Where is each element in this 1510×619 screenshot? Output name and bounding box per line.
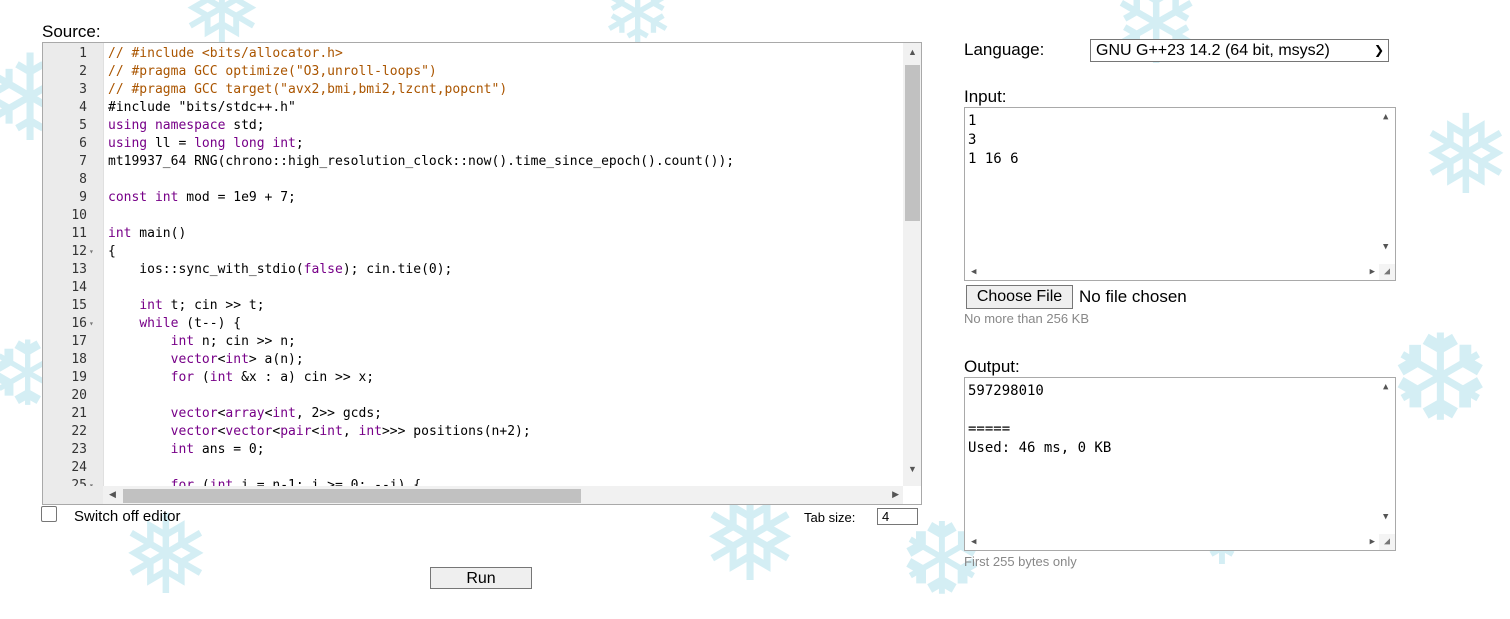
editor-vertical-scroll-thumb[interactable] xyxy=(905,65,920,221)
scroll-down-icon[interactable]: ▼ xyxy=(908,464,917,474)
code-area[interactable]: 1 // #include <bits/allocator.h> 2 // #prag… xyxy=(43,43,921,486)
line-number: 3 xyxy=(79,82,87,97)
line-number: 23 xyxy=(71,442,87,457)
input-text: 1 3 1 16 6 xyxy=(968,113,1019,167)
line-number: 18 xyxy=(71,352,87,367)
code-text: for (int i = n-1; i >= 0; --i) { xyxy=(170,478,422,486)
line-number: 8 xyxy=(79,172,87,187)
fold-arrow-icon[interactable]: ▾ xyxy=(89,477,94,486)
input-vertical-scrollbar[interactable]: ▲ ▼ xyxy=(1379,108,1395,264)
code-text: // #pragma GCC target("avx2,bmi,bmi2,lzc… xyxy=(108,82,508,97)
editor-vertical-scrollbar[interactable]: ▲ ▼ xyxy=(903,43,921,486)
language-selected-value: GNU G++23 14.2 (64 bit, msys2) xyxy=(1096,42,1330,59)
input-textarea[interactable]: 1 3 1 16 6 ▲ ▼ ◀ ▶ ◢ xyxy=(964,107,1396,281)
line-number: 4 xyxy=(79,100,87,115)
tab-size-input[interactable]: 4 xyxy=(877,508,918,525)
snowflake-icon: ❅ xyxy=(1420,91,1510,219)
scroll-down-icon[interactable]: ▼ xyxy=(1383,512,1388,522)
code-text: int ans = 0; xyxy=(170,442,265,457)
line-number: 2 xyxy=(79,64,87,79)
code-text: while (t--) { xyxy=(139,316,242,331)
code-text: int t; cin >> t; xyxy=(139,298,265,313)
line-number: 12 xyxy=(71,244,87,259)
scroll-right-icon[interactable]: ▶ xyxy=(1370,267,1375,277)
fold-arrow-icon[interactable]: ▾ xyxy=(89,243,94,261)
code-editor[interactable]: 1 // #include <bits/allocator.h> 2 // #prag… xyxy=(42,42,922,505)
line-number: 6 xyxy=(79,136,87,151)
run-button[interactable]: Run xyxy=(430,567,532,589)
snowflake-icon: ❆ xyxy=(1390,310,1491,449)
scroll-right-icon[interactable]: ▶ xyxy=(892,489,899,500)
file-size-hint: No more than 256 KB xyxy=(964,311,1090,326)
chevron-down-icon: ❯ xyxy=(1371,40,1384,61)
resize-grip-icon[interactable]: ◢ xyxy=(1379,534,1395,550)
line-number: 10 xyxy=(71,208,87,223)
language-select[interactable]: GNU G++23 14.2 (64 bit, msys2) ❯ xyxy=(1090,39,1389,62)
line-number: 11 xyxy=(71,226,87,241)
output-horizontal-scrollbar[interactable]: ◀ ▶ xyxy=(965,534,1379,550)
editor-horizontal-scrollbar[interactable]: ◀ ▶ xyxy=(103,486,903,504)
code-text: { xyxy=(108,244,116,259)
code-text: vector<array<int, 2>> gcds; xyxy=(170,406,382,421)
scroll-down-icon[interactable]: ▼ xyxy=(1383,242,1388,252)
output-textarea[interactable]: 597298010 ===== Used: 46 ms, 0 KB ▲ ▼ ◀ … xyxy=(964,377,1396,551)
source-label: Source: xyxy=(42,22,101,41)
line-number: 24 xyxy=(71,460,87,475)
fold-arrow-icon[interactable]: ▾ xyxy=(89,315,94,333)
line-number: 22 xyxy=(71,424,87,439)
code-text: for (int &x : a) cin >> x; xyxy=(170,370,375,385)
scroll-up-icon[interactable]: ▲ xyxy=(1383,112,1388,122)
line-number: 5 xyxy=(79,118,87,133)
scroll-up-icon[interactable]: ▲ xyxy=(1383,382,1388,392)
line-number: 25 xyxy=(71,478,87,486)
line-number: 14 xyxy=(71,280,87,295)
line-number: 16 xyxy=(71,316,87,331)
code-text: int n; cin >> n; xyxy=(170,334,296,349)
editor-horizontal-scroll-thumb[interactable] xyxy=(123,489,581,503)
choose-file-button[interactable]: Choose File xyxy=(966,285,1073,309)
line-number: 19 xyxy=(71,370,87,385)
scroll-up-icon[interactable]: ▲ xyxy=(908,47,917,57)
output-size-hint: First 255 bytes only xyxy=(964,554,1077,569)
code-text: ios::sync_with_stdio(false); cin.tie(0); xyxy=(108,262,453,277)
line-number: 1 xyxy=(79,46,87,61)
file-status: No file chosen xyxy=(1079,287,1187,306)
scroll-left-icon[interactable]: ◀ xyxy=(971,537,976,547)
scroll-right-icon[interactable]: ▶ xyxy=(1370,537,1375,547)
code-text: using namespace std; xyxy=(108,118,265,133)
line-number: 9 xyxy=(79,190,87,205)
line-number: 20 xyxy=(71,388,87,403)
output-text: 597298010 ===== Used: 46 ms, 0 KB xyxy=(968,383,1112,456)
input-horizontal-scrollbar[interactable]: ◀ ▶ xyxy=(965,264,1379,280)
scroll-left-icon[interactable]: ◀ xyxy=(109,489,116,500)
line-number: 15 xyxy=(71,298,87,313)
code-text: vector<int> a(n); xyxy=(170,352,304,367)
line-number: 21 xyxy=(71,406,87,421)
switch-off-editor-label[interactable]: Switch off editor xyxy=(74,508,180,525)
tab-size-label: Tab size: xyxy=(804,510,856,525)
line-number: 7 xyxy=(79,154,87,169)
switch-off-editor-checkbox[interactable] xyxy=(41,506,57,522)
code-text: vector<vector<pair<int, int>>> positions… xyxy=(170,424,531,439)
code-text: const int mod = 1e9 + 7; xyxy=(108,190,296,205)
code-text: mt19937_64 RNG(chrono::high_resolution_c… xyxy=(108,154,735,169)
line-number: 13 xyxy=(71,262,87,277)
scroll-left-icon[interactable]: ◀ xyxy=(971,267,976,277)
line-number: 17 xyxy=(71,334,87,349)
output-vertical-scrollbar[interactable]: ▲ ▼ xyxy=(1379,378,1395,534)
code-text: // #include <bits/allocator.h> xyxy=(108,46,343,61)
input-label: Input: xyxy=(964,87,1007,106)
code-text: // #pragma GCC optimize("O3,unroll-loops… xyxy=(108,64,437,79)
code-text: int main() xyxy=(108,226,187,241)
code-text: #include "bits/stdc++.h" xyxy=(108,100,296,115)
resize-grip-icon[interactable]: ◢ xyxy=(1379,264,1395,280)
code-text: using ll = long long int; xyxy=(108,136,304,151)
language-label: Language: xyxy=(964,40,1045,59)
output-label: Output: xyxy=(964,357,1020,376)
